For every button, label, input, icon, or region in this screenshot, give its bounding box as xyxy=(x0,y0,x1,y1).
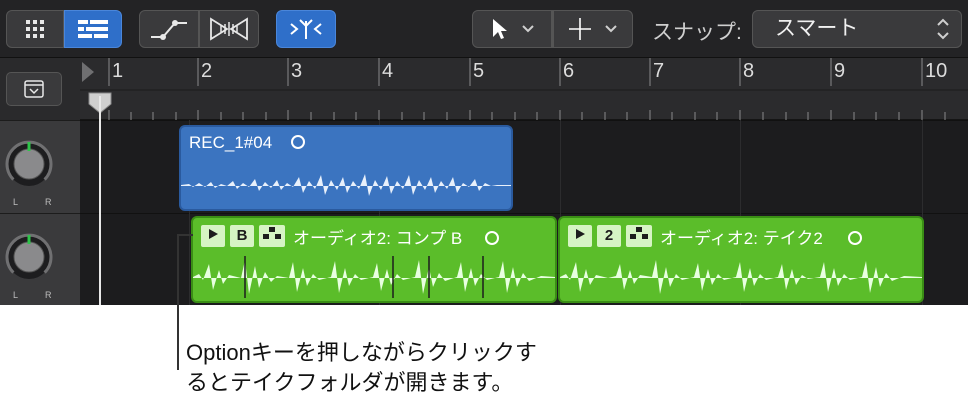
snap-value: スマート xyxy=(775,17,859,40)
pan-right-label: R xyxy=(45,197,52,207)
bar-number: 9 xyxy=(834,60,846,82)
automation-button[interactable] xyxy=(139,10,199,48)
play-triangle-icon xyxy=(576,229,585,239)
take-folder-icon xyxy=(630,227,648,239)
snap-mode-select[interactable]: スマート xyxy=(752,10,962,48)
bar-number: 3 xyxy=(291,60,303,82)
callout-text: Optionキーを押しながらクリックす るとテイクフォルダが開きます。 xyxy=(186,338,626,398)
grid-view-button[interactable] xyxy=(6,10,64,48)
flex-button[interactable] xyxy=(199,10,259,48)
collapse-icon xyxy=(24,80,44,98)
bar-number: 5 xyxy=(473,60,485,82)
playhead[interactable] xyxy=(99,96,101,305)
global-tracks-button[interactable] xyxy=(6,72,62,106)
pan-knob-icon[interactable] xyxy=(4,139,54,189)
region-title-row: オーディオ2: コンプ B xyxy=(293,224,499,249)
take-folder-comp-region[interactable]: B オーディオ2: コンプ B xyxy=(191,216,557,303)
pan-knob-icon[interactable] xyxy=(4,232,54,282)
left-click-tool-menu[interactable] xyxy=(472,10,552,48)
waveform xyxy=(560,260,922,294)
loop-circle-icon xyxy=(485,231,499,245)
disclosure-triangle-icon[interactable] xyxy=(568,225,592,247)
region-name: オーディオ2: コンプ B xyxy=(293,229,463,248)
take-folder-icon xyxy=(263,227,281,239)
region-name: オーディオ2: テイク2 xyxy=(660,229,823,248)
pan-right-label: R xyxy=(45,290,52,300)
region-title-row: REC_1#04 xyxy=(189,133,305,153)
up-down-chevron-icon xyxy=(937,18,949,40)
bar-number: 7 xyxy=(653,60,665,82)
take-folder-menu-button[interactable] xyxy=(626,225,652,247)
callout-line-2: るとテイクフォルダが開きます。 xyxy=(186,370,514,395)
tracks-view-button[interactable] xyxy=(64,10,122,48)
chevron-down-icon xyxy=(522,25,534,33)
bar-number: 4 xyxy=(382,60,394,82)
bar-number: 10 xyxy=(925,60,948,82)
automation-curve-icon xyxy=(151,20,187,40)
track-header-1[interactable]: L R xyxy=(0,120,80,213)
pan-left-label: L xyxy=(13,290,19,300)
comp-label-tag[interactable]: B xyxy=(230,225,254,247)
take-folder-menu-button[interactable] xyxy=(259,225,285,247)
loop-circle-icon xyxy=(290,135,305,149)
callout-leader-line xyxy=(177,234,193,236)
waveform xyxy=(193,256,555,298)
bar-number: 6 xyxy=(563,60,575,82)
loop-circle-icon xyxy=(847,231,862,245)
callout-line-1: Optionキーを押しながらクリックす xyxy=(186,340,537,365)
grid-icon xyxy=(26,20,44,38)
disclosure-triangle-icon[interactable] xyxy=(201,225,225,247)
take-region[interactable]: 2 オーディオ2: テイク2 xyxy=(558,216,924,303)
chevron-down-icon xyxy=(605,25,617,33)
command-click-tool-menu[interactable] xyxy=(553,10,633,48)
flex-waveform-icon xyxy=(210,17,248,41)
callout-leader-line xyxy=(177,234,179,370)
pointer-tool-icon xyxy=(493,19,507,39)
play-triangle-icon xyxy=(209,229,218,239)
region-name: REC_1#04 xyxy=(189,133,273,152)
track-header-2[interactable]: L R xyxy=(0,213,80,305)
tracks-list-icon xyxy=(78,20,108,38)
take-number-tag[interactable]: 2 xyxy=(597,225,621,247)
pan-left-label: L xyxy=(13,197,19,207)
waveform xyxy=(181,174,511,196)
catch-playhead-button[interactable] xyxy=(276,10,336,48)
timeline-ruler[interactable]: 1 2 3 4 5 6 7 8 9 10 xyxy=(80,58,968,120)
catch-playhead-icon xyxy=(290,19,322,39)
bar-number: 2 xyxy=(201,60,213,82)
bar-number: 8 xyxy=(743,60,755,82)
audio-region-rec[interactable]: REC_1#04 xyxy=(179,125,513,211)
track-header-panel: L R L R xyxy=(0,58,80,305)
region-title-row: オーディオ2: テイク2 xyxy=(660,224,862,249)
bar-number: 1 xyxy=(112,60,124,82)
toolbar: スナップ: スマート xyxy=(0,0,968,58)
snap-label: スナップ: xyxy=(652,21,742,44)
marquee-tool-icon xyxy=(569,18,591,40)
